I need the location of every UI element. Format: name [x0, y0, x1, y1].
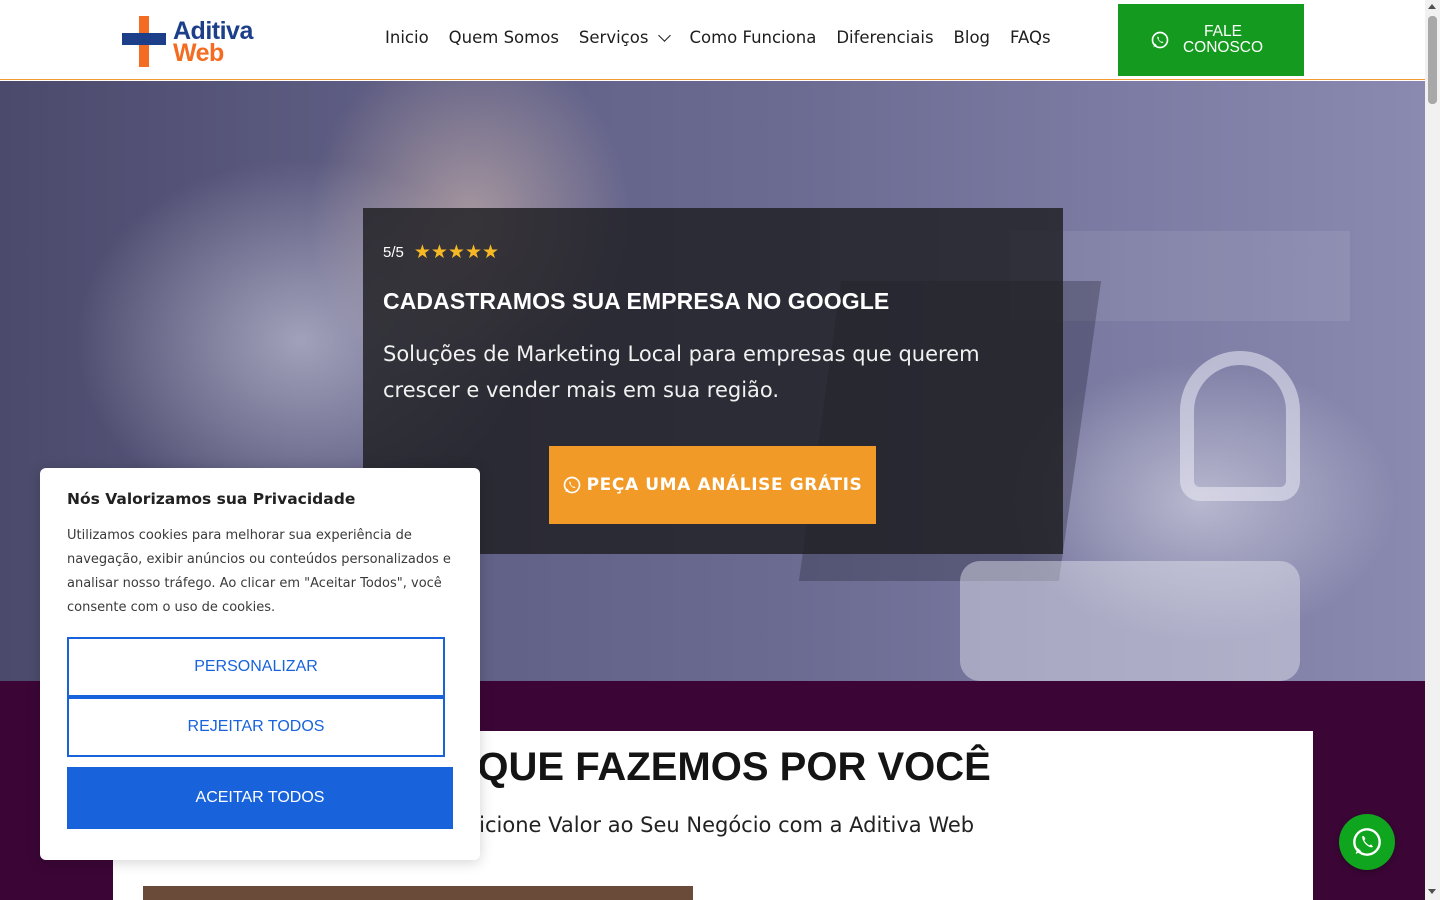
personalize-button[interactable]: PERSONALIZAR [67, 637, 445, 697]
nav-servicos-label: Serviços [578, 28, 649, 47]
chevron-down-icon [658, 28, 672, 42]
nav-como-funciona[interactable]: Como Funciona [689, 28, 816, 47]
nav-servicos[interactable]: Serviços [578, 28, 672, 47]
hero-background-headphones [1180, 351, 1300, 501]
logo[interactable]: Aditiva Web [122, 10, 288, 72]
nav-blog[interactable]: Blog [954, 28, 990, 47]
logo-plus-horizontal [122, 33, 166, 45]
logo-text: Aditiva Web [173, 19, 253, 67]
main-nav: Inicio Quem Somos Serviços Como Funciona… [385, 28, 1051, 47]
site-header: Aditiva Web Inicio Quem Somos Serviços C… [0, 0, 1425, 80]
whatsapp-icon [563, 476, 580, 494]
whatsapp-icon [1353, 828, 1381, 856]
fale-conosco-label: FALE CONOSCO [1182, 23, 1264, 56]
service-image [143, 886, 693, 900]
scrollbar-thumb[interactable] [1428, 16, 1437, 104]
star-rating-icons: ★★★★★ [413, 241, 500, 263]
cookie-consent-dialog: Nós Valorizamos sua Privacidade Utilizam… [40, 468, 480, 860]
fale-conosco-button[interactable]: FALE CONOSCO [1118, 4, 1304, 76]
request-analysis-button[interactable]: PEÇA UMA ANÁLISE GRÁTIS [549, 446, 876, 524]
scroll-down-arrow-icon[interactable] [1428, 889, 1436, 894]
accept-all-button[interactable]: ACEITAR TODOS [67, 767, 453, 829]
reject-all-button[interactable]: REJEITAR TODOS [67, 697, 445, 757]
cookie-title: Nós Valorizamos sua Privacidade [67, 490, 356, 508]
nav-quem-somos[interactable]: Quem Somos [449, 28, 559, 47]
nav-faqs[interactable]: FAQs [1010, 28, 1051, 47]
rating-score: 5/5 [383, 243, 404, 261]
request-analysis-label: PEÇA UMA ANÁLISE GRÁTIS [586, 475, 863, 495]
nav-inicio[interactable]: Inicio [385, 28, 429, 47]
hero-subtitle: Soluções de Marketing Local para empresa… [383, 342, 980, 402]
cookie-description: Utilizamos cookies para melhorar sua exp… [67, 528, 451, 615]
rating: 5/5 ★★★★★ [383, 241, 499, 263]
whatsapp-icon [1151, 31, 1169, 49]
whatsapp-float-button[interactable] [1339, 814, 1395, 870]
nav-diferenciais[interactable]: Diferenciais [836, 28, 933, 47]
logo-line-2: Web [173, 39, 224, 67]
page-scrollbar[interactable] [1425, 0, 1440, 900]
scroll-up-arrow-icon[interactable] [1428, 4, 1436, 9]
hero-title: CADASTRAMOS SUA EMPRESA NO GOOGLE [383, 288, 890, 314]
hero-background-device [960, 561, 1300, 681]
